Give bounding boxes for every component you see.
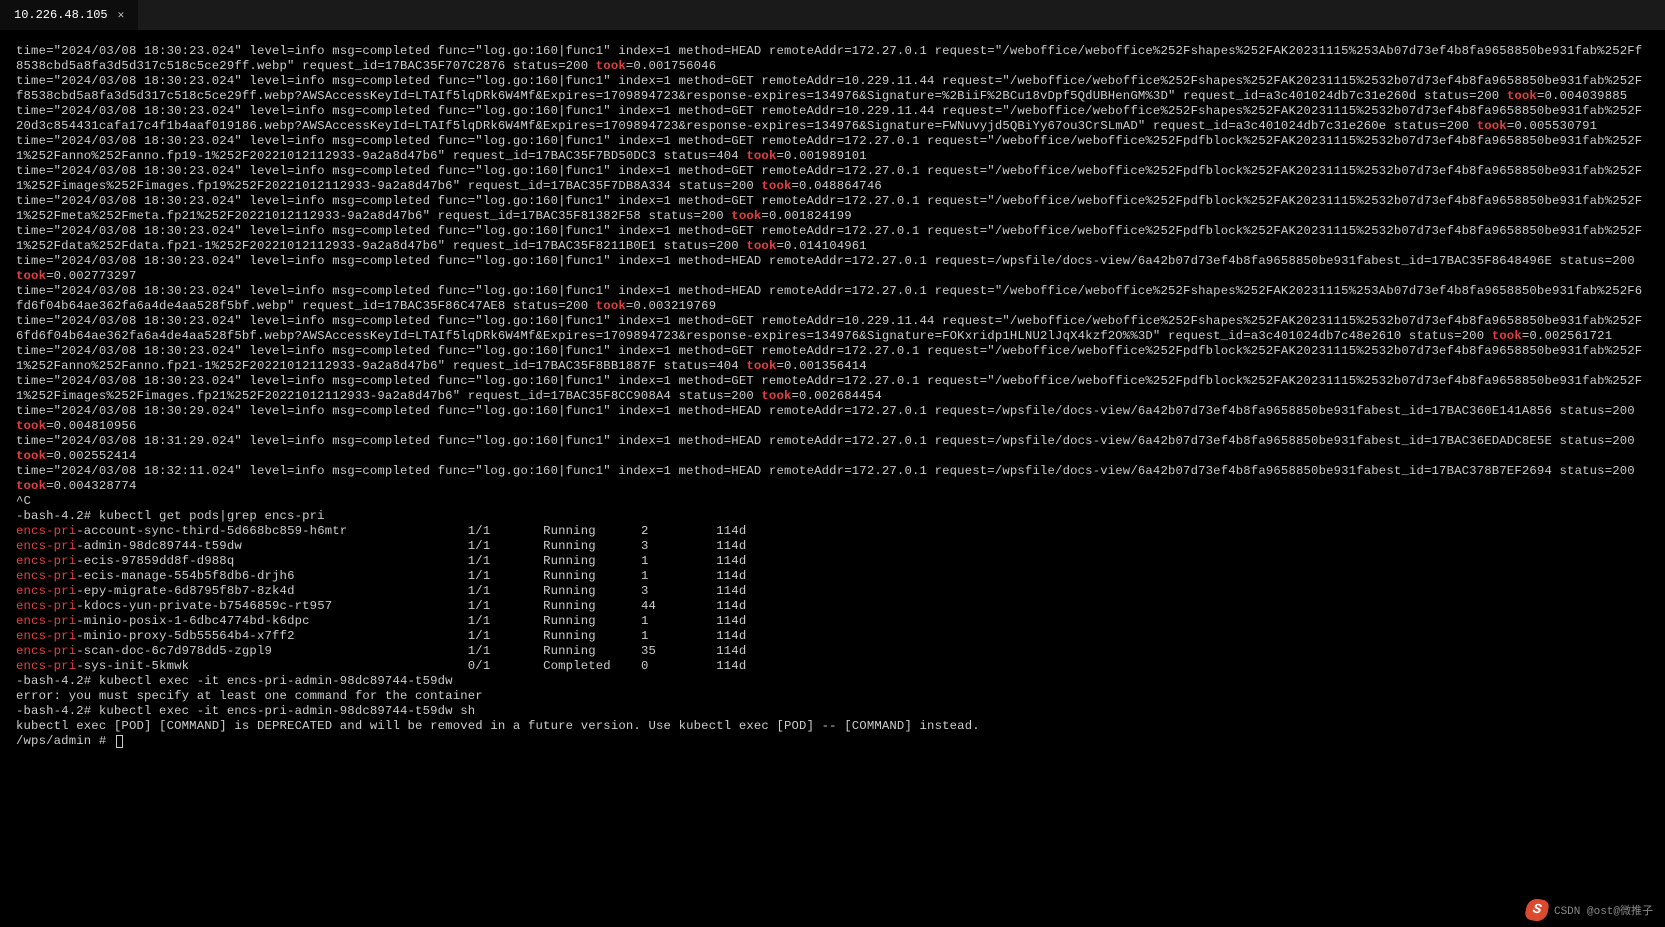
- log-line: time="2024/03/08 18:30:23.024" level=inf…: [16, 134, 1649, 164]
- pod-prefix: encs-pri: [16, 659, 76, 673]
- error-line: error: you must specify at least one com…: [16, 689, 1649, 704]
- shell-prompt[interactable]: /wps/admin #: [16, 734, 1649, 749]
- log-line: time="2024/03/08 18:30:23.024" level=inf…: [16, 284, 1649, 314]
- took-label: took: [1477, 119, 1507, 133]
- shell-prompt: -bash-4.2# kubectl exec -it encs-pri-adm…: [16, 674, 1649, 689]
- pod-prefix: encs-pri: [16, 599, 76, 613]
- pod-row: encs-pri-sys-init-5kmwk 0/1 Completed 0 …: [16, 659, 1649, 674]
- pod-prefix: encs-pri: [16, 524, 76, 538]
- pod-row: encs-pri-epy-migrate-6d8795f8b7-8zk4d 1/…: [16, 584, 1649, 599]
- tab-title: 10.226.48.105: [14, 8, 108, 22]
- took-label: took: [1507, 89, 1537, 103]
- log-line: time="2024/03/08 18:30:29.024" level=inf…: [16, 404, 1649, 434]
- pod-row: encs-pri-scan-doc-6c7d978dd5-zgpl9 1/1 R…: [16, 644, 1649, 659]
- cursor: [116, 735, 123, 748]
- shell-prompt: -bash-4.2# kubectl get pods|grep encs-pr…: [16, 509, 1649, 524]
- titlebar: 10.226.48.105 ✕: [0, 0, 1665, 30]
- pod-row: encs-pri-minio-posix-1-6dbc4774bd-k6dpc …: [16, 614, 1649, 629]
- pod-prefix: encs-pri: [16, 614, 76, 628]
- took-label: took: [1492, 329, 1522, 343]
- log-line: time="2024/03/08 18:30:23.024" level=inf…: [16, 44, 1649, 74]
- pod-prefix: encs-pri: [16, 539, 76, 553]
- log-line: time="2024/03/08 18:30:23.024" level=inf…: [16, 254, 1649, 284]
- pod-row: encs-pri-minio-proxy-5db55564b4-x7ff2 1/…: [16, 629, 1649, 644]
- terminal-output[interactable]: time="2024/03/08 18:30:23.024" level=inf…: [0, 30, 1665, 749]
- log-line: time="2024/03/08 18:32:11.024" level=inf…: [16, 464, 1649, 494]
- deprecation-warning: kubectl exec [POD] [COMMAND] is DEPRECAT…: [16, 719, 1649, 734]
- pod-row: encs-pri-account-sync-third-5d668bc859-h…: [16, 524, 1649, 539]
- log-line: time="2024/03/08 18:30:23.024" level=inf…: [16, 224, 1649, 254]
- log-line: time="2024/03/08 18:31:29.024" level=inf…: [16, 434, 1649, 464]
- interrupt: ^C: [16, 494, 1649, 509]
- took-label: took: [16, 419, 46, 433]
- log-line: time="2024/03/08 18:30:23.024" level=inf…: [16, 104, 1649, 134]
- took-label: took: [746, 239, 776, 253]
- pod-row: encs-pri-ecis-manage-554b5f8db6-drjh6 1/…: [16, 569, 1649, 584]
- took-label: took: [16, 269, 46, 283]
- pod-row: encs-pri-admin-98dc89744-t59dw 1/1 Runni…: [16, 539, 1649, 554]
- log-line: time="2024/03/08 18:30:23.024" level=inf…: [16, 74, 1649, 104]
- took-label: took: [761, 389, 791, 403]
- log-line: time="2024/03/08 18:30:23.024" level=inf…: [16, 374, 1649, 404]
- log-line: time="2024/03/08 18:30:23.024" level=inf…: [16, 314, 1649, 344]
- took-label: took: [16, 449, 46, 463]
- log-line: time="2024/03/08 18:30:23.024" level=inf…: [16, 194, 1649, 224]
- pod-prefix: encs-pri: [16, 644, 76, 658]
- log-line: time="2024/03/08 18:30:23.024" level=inf…: [16, 344, 1649, 374]
- log-line: time="2024/03/08 18:30:23.024" level=inf…: [16, 164, 1649, 194]
- took-label: took: [746, 149, 776, 163]
- watermark: S CSDN @ost@微推子: [1526, 899, 1653, 921]
- close-icon[interactable]: ✕: [118, 8, 125, 22]
- watermark-text: CSDN @ost@微推子: [1554, 902, 1653, 918]
- took-label: took: [761, 179, 791, 193]
- csdn-icon: S: [1524, 897, 1549, 922]
- pod-prefix: encs-pri: [16, 584, 76, 598]
- pod-prefix: encs-pri: [16, 554, 76, 568]
- took-label: took: [746, 359, 776, 373]
- took-label: took: [731, 209, 761, 223]
- took-label: took: [16, 479, 46, 493]
- pod-prefix: encs-pri: [16, 569, 76, 583]
- took-label: took: [596, 299, 626, 313]
- pod-prefix: encs-pri: [16, 629, 76, 643]
- pod-row: encs-pri-ecis-97859dd8f-d988q 1/1 Runnin…: [16, 554, 1649, 569]
- session-tab[interactable]: 10.226.48.105 ✕: [0, 0, 138, 30]
- shell-prompt: -bash-4.2# kubectl exec -it encs-pri-adm…: [16, 704, 1649, 719]
- pod-row: encs-pri-kdocs-yun-private-b7546859c-rt9…: [16, 599, 1649, 614]
- took-label: took: [596, 59, 626, 73]
